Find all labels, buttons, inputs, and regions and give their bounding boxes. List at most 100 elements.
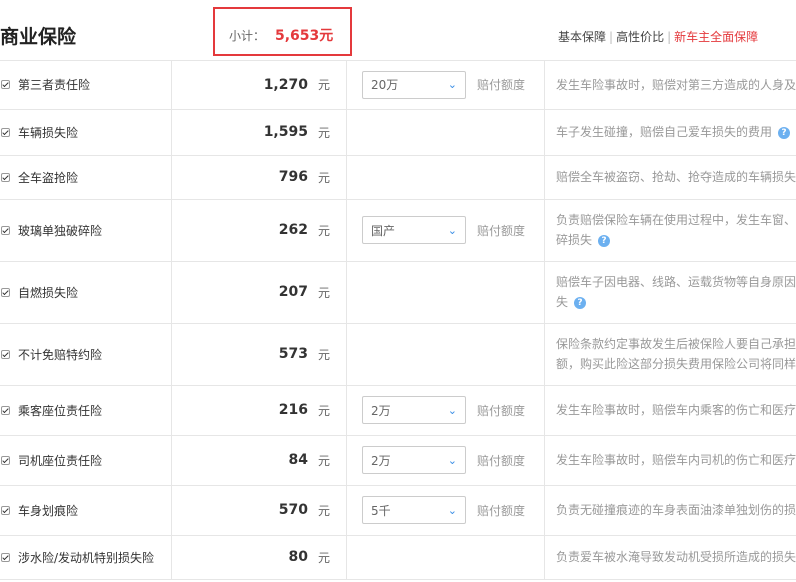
insurance-description: 负责赔偿保险车辆在使用过程中，发生车窗、碎损失 — [556, 213, 796, 247]
insurance-price: 262 — [278, 222, 308, 238]
price-unit: 元 — [317, 125, 330, 140]
option-cell — [346, 323, 545, 386]
chevron-down-icon: ⌄ — [447, 223, 457, 237]
price-cell: 1,270 元 — [171, 61, 347, 110]
insurance-row: 乘客座位责任险 216 元 2万 ⌄ 赔付额度 发生车险事故时，赔偿车内乘客的伤亡和医疗 — [0, 385, 796, 436]
price-cell: 262 元 — [171, 199, 347, 262]
name-cell: 第三者责任险 — [0, 61, 172, 110]
coverage-select[interactable]: 5千 ⌄ — [362, 496, 466, 524]
insurance-row: 自燃损失险 207 元 赔偿车子因电器、线路、运载货物等自身原因失? — [0, 261, 796, 324]
insurance-description: 发生车险事故时，赔偿车内乘客的伤亡和医疗 — [556, 403, 796, 417]
price-cell: 573 元 — [171, 323, 347, 386]
help-icon[interactable]: ? — [574, 296, 587, 309]
insurance-row: 司机座位责任险 84 元 2万 ⌄ 赔付额度 发生车险事故时，赔偿车内司机的伤亡和医疗 — [0, 435, 796, 486]
chevron-down-icon: ⌄ — [447, 403, 457, 417]
insurance-price: 216 — [278, 402, 308, 418]
coverage-label: 赔付额度 — [477, 453, 526, 468]
coverage-label: 赔付额度 — [477, 78, 526, 93]
insurance-name: 乘客座位责任险 — [18, 403, 103, 418]
plan-new-owner-full[interactable]: 新车主全面保障 — [674, 30, 758, 44]
insurance-description: 保险条款约定事故发生后被保险人要自己承担额，购买此险这部分损失费用保险公司将同样 — [556, 337, 796, 371]
insurance-description: 车子发生碰撞，赔偿自己爱车损失的费用 — [556, 125, 773, 139]
plan-divider: | — [609, 30, 614, 44]
price-cell: 570 元 — [171, 485, 347, 536]
checkbox[interactable] — [1, 172, 10, 182]
help-icon[interactable]: ? — [598, 234, 611, 247]
plan-value[interactable]: 高性价比 — [616, 30, 664, 44]
coverage-label: 赔付额度 — [477, 403, 526, 418]
plan-basic[interactable]: 基本保障 — [558, 30, 606, 44]
price-unit: 元 — [317, 285, 330, 300]
description-cell: 赔偿车子因电器、线路、运载货物等自身原因失? — [544, 261, 796, 324]
option-cell — [346, 261, 545, 324]
insurance-name: 车身划痕险 — [18, 503, 79, 518]
checkbox[interactable] — [1, 455, 10, 465]
name-cell: 涉水险/发动机特别损失险 — [0, 535, 172, 580]
description-cell: 保险条款约定事故发生后被保险人要自己承担额，购买此险这部分损失费用保险公司将同样 — [544, 323, 796, 386]
insurance-name: 车辆损失险 — [18, 125, 79, 140]
insurance-row: 玻璃单独破碎险 262 元 国产 ⌄ 赔付额度 负责赔偿保险车辆在使用过程中，发生车窗、碎损… — [0, 199, 796, 262]
coverage-value: 20万 — [371, 78, 399, 93]
insurance-row: 涉水险/发动机特别损失险 80 元 负责爱车被水淹导致发动机受损所造成的损失 — [0, 535, 796, 580]
description-cell: 负责爱车被水淹导致发动机受损所造成的损失 — [544, 535, 796, 580]
checkbox[interactable] — [1, 287, 10, 297]
description-cell: 赔偿全车被盗窃、抢劫、抢夺造成的车辆损失 — [544, 155, 796, 200]
checkbox[interactable] — [1, 405, 10, 415]
coverage-select[interactable]: 20万 ⌄ — [362, 70, 466, 99]
insurance-name: 司机座位责任险 — [18, 453, 103, 468]
insurance-description: 赔偿全车被盗窃、抢劫、抢夺造成的车辆损失 — [556, 170, 796, 184]
price-unit: 元 — [317, 170, 330, 185]
checkbox[interactable] — [1, 225, 10, 235]
option-cell: 5千 ⌄ 赔付额度 — [346, 485, 545, 536]
price-cell: 796 元 — [171, 155, 347, 200]
option-cell — [346, 109, 545, 156]
coverage-select[interactable]: 2万 ⌄ — [362, 446, 466, 474]
checkbox[interactable] — [1, 80, 10, 90]
insurance-price: 207 — [278, 284, 308, 300]
description-cell: 车子发生碰撞，赔偿自己爱车损失的费用? — [544, 109, 796, 156]
insurance-description: 赔偿车子因电器、线路、运载货物等自身原因失 — [556, 275, 796, 309]
name-cell: 自燃损失险 — [0, 261, 172, 324]
option-cell — [346, 535, 545, 580]
plan-selector: 基本保障 | 高性价比 | 新车主全面保障 — [558, 28, 758, 45]
coverage-label: 赔付额度 — [477, 223, 526, 238]
insurance-row: 车身划痕险 570 元 5千 ⌄ 赔付额度 负责无碰撞痕迹的车身表面油漆单独划伤的损 — [0, 485, 796, 536]
coverage-value: 5千 — [371, 503, 391, 518]
insurance-price: 796 — [278, 169, 308, 185]
description-cell: 发生车险事故时，赔偿车内乘客的伤亡和医疗 — [544, 385, 796, 436]
help-icon[interactable]: ? — [778, 126, 791, 139]
coverage-select[interactable]: 国产 ⌄ — [362, 216, 466, 244]
checkbox[interactable] — [1, 349, 10, 359]
plan-divider: | — [667, 30, 672, 44]
price-unit: 元 — [317, 503, 330, 518]
price-unit: 元 — [317, 78, 330, 93]
checkbox[interactable] — [1, 552, 10, 562]
chevron-down-icon: ⌄ — [447, 503, 457, 517]
insurance-table: 第三者责任险 1,270 元 20万 ⌄ 赔付额度 发生车险事故时，赔偿对第三方造成的人身及… — [0, 61, 796, 580]
checkbox[interactable] — [1, 127, 10, 137]
option-cell — [346, 155, 545, 200]
option-cell: 2万 ⌄ 赔付额度 — [346, 435, 545, 486]
coverage-select[interactable]: 2万 ⌄ — [362, 396, 466, 424]
chevron-down-icon: ⌄ — [447, 453, 457, 467]
option-cell: 20万 ⌄ 赔付额度 — [346, 61, 545, 110]
insurance-row: 不计免赔特约险 573 元 保险条款约定事故发生后被保险人要自己承担额，购买此险这部分… — [0, 323, 796, 386]
insurance-row: 全车盗抢险 796 元 赔偿全车被盗窃、抢劫、抢夺造成的车辆损失 — [0, 155, 796, 200]
name-cell: 车辆损失险 — [0, 109, 172, 156]
chevron-down-icon: ⌄ — [447, 78, 457, 92]
price-cell: 216 元 — [171, 385, 347, 436]
name-cell: 全车盗抢险 — [0, 155, 172, 200]
insurance-description: 负责无碰撞痕迹的车身表面油漆单独划伤的损 — [556, 503, 796, 517]
option-cell: 2万 ⌄ 赔付额度 — [346, 385, 545, 436]
checkbox[interactable] — [1, 505, 10, 515]
subtotal-label: 小计： — [229, 29, 266, 43]
name-cell: 司机座位责任险 — [0, 435, 172, 486]
price-cell: 80 元 — [171, 535, 347, 580]
insurance-price: 84 — [288, 452, 308, 468]
description-cell: 发生车险事故时，赔偿对第三方造成的人身及 — [544, 61, 796, 110]
insurance-description: 发生车险事故时，赔偿对第三方造成的人身及 — [556, 77, 796, 92]
price-unit: 元 — [317, 453, 330, 468]
insurance-price: 573 — [278, 346, 308, 362]
insurance-price: 1,595 — [263, 124, 308, 140]
insurance-name: 玻璃单独破碎险 — [18, 223, 103, 238]
